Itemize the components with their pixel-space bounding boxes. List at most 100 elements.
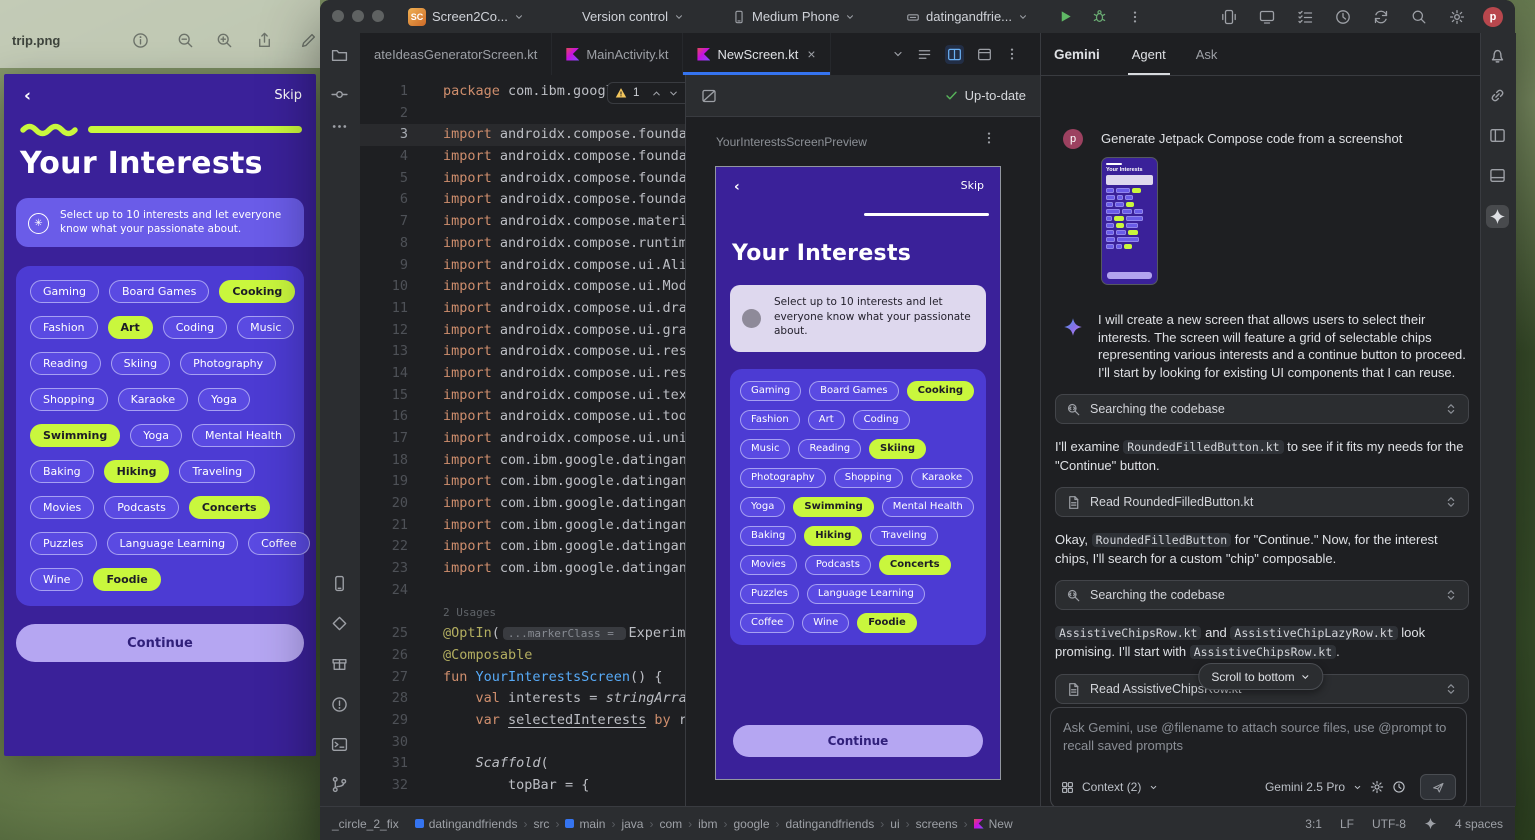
gradle-tool-icon[interactable] — [1489, 87, 1506, 104]
zoom-out-icon[interactable] — [177, 32, 194, 49]
run-target-selector[interactable]: datingandfrie... — [906, 0, 1028, 33]
share-icon[interactable] — [256, 32, 273, 49]
search-icon[interactable] — [1411, 9, 1427, 25]
vcs-widget[interactable]: Version control — [582, 0, 684, 33]
compose-preview-pane: Up-to-date YourInterestsScreenPreview ‹ … — [685, 75, 1041, 806]
interest-chip-board-games: Board Games — [809, 381, 899, 401]
tool-call-card[interactable]: Searching the codebase — [1055, 580, 1469, 610]
terminal-tool-icon[interactable] — [331, 736, 348, 753]
device-explorer-icon[interactable] — [1489, 127, 1506, 144]
gemini-tool-icon[interactable] — [1486, 205, 1509, 228]
commit-tool-icon[interactable] — [331, 86, 348, 103]
device-selector[interactable]: Medium Phone — [732, 0, 855, 33]
todo-icon[interactable] — [1297, 9, 1313, 25]
tab-label: MainActivity.kt — [586, 47, 668, 62]
git-branch-widget[interactable]: _circle_2_fix — [332, 817, 399, 831]
structure-tool-icon[interactable] — [1489, 167, 1506, 184]
gemini-input[interactable]: Ask Gemini, use @filename to attach sour… — [1050, 707, 1467, 809]
interest-chip-foodie: Foodie — [857, 613, 917, 633]
tool-call-card[interactable]: Searching the codebase — [1055, 394, 1469, 424]
project-selector[interactable]: SC Screen2Co... — [408, 0, 524, 33]
prompt-attachment-thumbnail[interactable]: Your Interests — [1101, 157, 1158, 285]
context-icon[interactable] — [1061, 781, 1074, 794]
breadcrumb-separator: › — [880, 817, 884, 831]
expand-icon[interactable] — [1444, 495, 1458, 509]
build-analyzer-icon[interactable] — [1335, 9, 1351, 25]
scroll-to-bottom-button[interactable]: Scroll to bottom — [1198, 663, 1323, 690]
context-selector[interactable]: Context (2) — [1082, 780, 1141, 794]
model-selector[interactable]: Gemini 2.5 Pro — [1265, 780, 1345, 794]
editor-tab-MainActivity-kt[interactable]: MainActivity.kt — [552, 33, 683, 75]
zoom-in-icon[interactable] — [216, 32, 233, 49]
interest-chip-language-learning: Language Learning — [807, 584, 925, 604]
more-actions-icon[interactable] — [1128, 0, 1142, 33]
settings-icon[interactable] — [1449, 9, 1465, 25]
breadcrumb-main[interactable]: main — [565, 817, 605, 831]
send-button[interactable] — [1420, 774, 1456, 800]
version-control-tool-icon[interactable] — [331, 776, 348, 793]
history-icon[interactable] — [1392, 780, 1406, 794]
edit-icon[interactable] — [300, 32, 317, 49]
editor-options-icon[interactable] — [1005, 47, 1019, 61]
code-line: 16import androidx.compose.ui.tooling.pre… — [360, 406, 685, 428]
code-view-icon[interactable] — [917, 47, 932, 62]
code-line: 28 val interests = stringArrayResource( — [360, 688, 685, 710]
ai-star-icon[interactable] — [1424, 817, 1437, 830]
running-devices-tool-icon[interactable] — [331, 575, 348, 592]
window-close-button[interactable] — [332, 10, 344, 22]
expand-icon[interactable] — [1444, 682, 1458, 696]
breadcrumb-google[interactable]: google — [733, 817, 769, 831]
breadcrumb-ibm[interactable]: ibm — [698, 817, 717, 831]
trip-image: ‹ Skip Your Interests ✳ Select up to 10 … — [4, 74, 316, 756]
breadcrumb-java[interactable]: java — [621, 817, 643, 831]
prev-problem-icon[interactable] — [651, 88, 662, 99]
problems-tool-icon[interactable] — [331, 696, 348, 713]
chevron-down-icon — [514, 12, 524, 22]
breadcrumb-New[interactable]: New — [974, 817, 1013, 831]
breadcrumb-src[interactable]: src — [533, 817, 549, 831]
back-icon: ‹ — [734, 179, 740, 195]
expand-icon[interactable] — [1444, 402, 1458, 416]
breadcrumb-ui[interactable]: ui — [890, 817, 899, 831]
window-zoom-button[interactable] — [372, 10, 384, 22]
hidden-tabs-icon[interactable] — [892, 48, 904, 60]
kotlin-file-icon — [697, 48, 710, 61]
user-avatar[interactable]: p — [1483, 7, 1503, 27]
device-manager-icon[interactable] — [1221, 9, 1237, 25]
window-minimize-button[interactable] — [352, 10, 364, 22]
tab-agent[interactable]: Agent — [1128, 33, 1170, 75]
status-UTF-8[interactable]: UTF-8 — [1372, 817, 1406, 831]
tab-ask[interactable]: Ask — [1192, 33, 1222, 75]
status-3-1[interactable]: 3:1 — [1305, 817, 1322, 831]
package-tool-icon[interactable] — [331, 656, 348, 673]
split-diagonal-icon[interactable] — [701, 88, 717, 104]
next-problem-icon[interactable] — [668, 88, 679, 99]
sync-project-icon[interactable] — [1373, 9, 1389, 25]
continue-button: Continue — [733, 725, 983, 757]
code-area[interactable]: 1package com.ibm.googl23import androidx.… — [360, 75, 685, 806]
split-view-icon[interactable] — [945, 45, 964, 64]
editor-tab-NewScreen-kt[interactable]: NewScreen.kt× — [683, 33, 830, 75]
breadcrumb-screens[interactable]: screens — [916, 817, 958, 831]
design-view-icon[interactable] — [977, 47, 992, 62]
status-4-spaces[interactable]: 4 spaces — [1455, 817, 1503, 831]
expand-icon[interactable] — [1444, 588, 1458, 602]
preview-options-icon[interactable] — [982, 131, 996, 145]
breadcrumb-datingandfriends[interactable]: datingandfriends — [415, 817, 518, 831]
status-LF[interactable]: LF — [1340, 817, 1354, 831]
info-icon[interactable] — [132, 32, 149, 49]
debug-icon[interactable] — [1092, 0, 1107, 33]
breadcrumb-datingandfriends[interactable]: datingandfriends — [786, 817, 875, 831]
more-tool-windows-icon[interactable] — [331, 118, 348, 135]
prompt-settings-icon[interactable] — [1370, 780, 1384, 794]
tab-close-icon[interactable]: × — [807, 46, 815, 62]
run-button[interactable] — [1058, 0, 1073, 33]
gem-tool-icon[interactable] — [331, 615, 348, 632]
notifications-icon[interactable] — [1489, 47, 1506, 64]
project-tool-icon[interactable] — [331, 47, 348, 64]
running-devices-icon[interactable] — [1259, 9, 1275, 25]
tool-call-card[interactable]: Read RoundedFilledButton.kt — [1055, 487, 1469, 517]
breadcrumb-com[interactable]: com — [659, 817, 682, 831]
editor-tab-ateIdeasGeneratorScreen-kt[interactable]: ateIdeasGeneratorScreen.kt — [360, 33, 552, 75]
preview-name[interactable]: YourInterestsScreenPreview — [716, 135, 867, 149]
